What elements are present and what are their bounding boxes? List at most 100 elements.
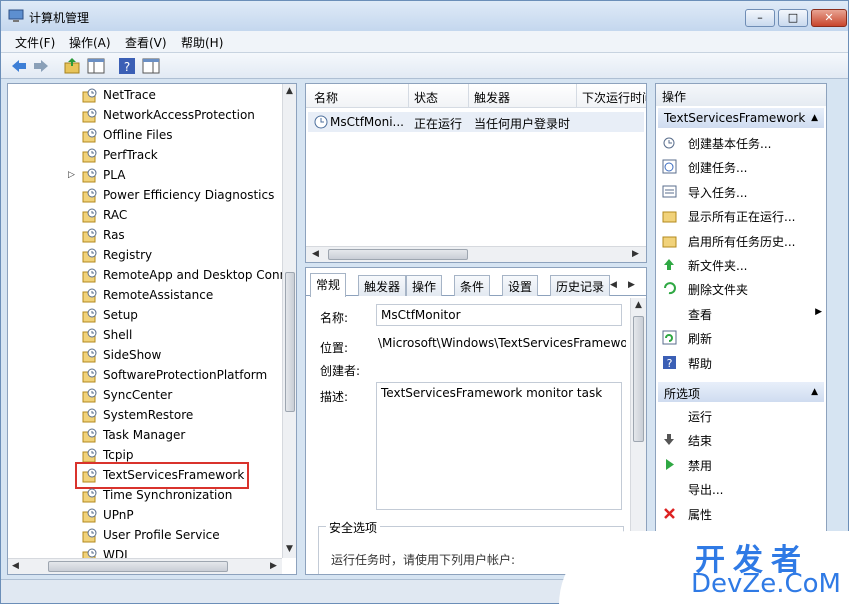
back-arrow-icon[interactable] <box>10 57 28 75</box>
properties-icon[interactable] <box>142 57 160 75</box>
tree-item[interactable]: SoftwareProtectionPlatform <box>82 366 287 386</box>
action-label: 显示所有正在运行... <box>688 210 796 225</box>
collapse-arrow-icon[interactable]: ▲ <box>811 113 818 123</box>
tree-item[interactable]: NetworkAccessProtection <box>82 106 287 126</box>
detail-scroll-thumb[interactable] <box>633 316 644 442</box>
column-name[interactable]: 名称 <box>314 89 338 106</box>
action-item[interactable]: 删除文件夹 <box>662 279 822 299</box>
menu-view[interactable]: 查看(V) <box>125 34 167 51</box>
collapse-arrow-icon[interactable]: ▲ <box>811 387 818 397</box>
up-folder-icon[interactable] <box>63 57 81 75</box>
task-folder-icon <box>82 348 97 363</box>
create-basic-task-icon <box>663 137 675 149</box>
action-item[interactable]: 新文件夹... <box>662 255 822 275</box>
tree-item[interactable]: Offline Files <box>82 126 287 146</box>
action-item[interactable]: 禁用 <box>662 455 822 475</box>
action-item[interactable]: 创建任务... <box>662 157 822 177</box>
tree-item[interactable]: RemoteApp and Desktop Conn <box>82 266 287 286</box>
tab-conditions[interactable]: 条件 <box>454 275 491 296</box>
action-item[interactable]: 创建基本任务... <box>662 133 822 153</box>
tab-triggers[interactable]: 触发器 <box>358 275 407 296</box>
task-folder-icon <box>82 508 97 523</box>
task-row[interactable]: MsCtfMoni... 正在运行 当任何用户登录时 <box>308 112 644 132</box>
show-hide-tree-icon[interactable] <box>87 57 105 75</box>
description-field[interactable]: TextServicesFramework monitor task <box>376 382 622 510</box>
tree-item[interactable]: Setup <box>82 306 287 326</box>
task-folder-icon <box>82 488 97 503</box>
action-item[interactable]: 结束 <box>662 430 822 450</box>
tree-hscroll-thumb[interactable] <box>48 561 228 572</box>
end-icon <box>664 434 674 446</box>
actions-pane: 操作 TextServicesFramework ▲ 创建基本任务... 创建任务… <box>655 83 827 575</box>
column-trigger[interactable]: 触发器 <box>474 89 510 106</box>
tree-item[interactable]: Power Efficiency Diagnostics <box>82 186 287 206</box>
tree-item[interactable]: NetTrace <box>82 86 287 106</box>
tree-item-label: SystemRestore <box>103 408 194 422</box>
minimize-button[interactable]: – <box>745 9 775 27</box>
action-item[interactable]: 导出... <box>662 479 822 499</box>
tab-scroll-right[interactable]: ▶ <box>628 280 635 290</box>
tree-vertical-scrollbar[interactable]: ▲ ▼ <box>282 84 296 558</box>
tree-item[interactable]: Task Manager <box>82 426 287 446</box>
task-folder-icon <box>82 148 97 163</box>
tab-settings[interactable]: 设置 <box>502 275 539 296</box>
tree-item[interactable]: PLA <box>82 166 287 186</box>
tree-item-label: Tcpip <box>103 448 134 462</box>
column-status[interactable]: 状态 <box>414 89 438 106</box>
close-button[interactable]: ✕ <box>811 9 847 27</box>
menu-file[interactable]: 文件(F) <box>15 34 55 51</box>
help-icon[interactable]: ? <box>118 57 136 75</box>
tree-item[interactable]: Ras <box>82 226 287 246</box>
tree-item[interactable]: User Profile Service <box>82 526 287 546</box>
computer-management-window: 计算机管理 – □ ✕ 文件(F) 操作(A) 查看(V) 帮助(H) ? Ne… <box>0 0 849 604</box>
maximize-button[interactable]: □ <box>778 9 808 27</box>
task-folder-icon <box>82 388 97 403</box>
forward-arrow-icon[interactable] <box>32 57 50 75</box>
tab-history[interactable]: 历史记录 <box>550 275 611 296</box>
tree-item-label: Registry <box>103 248 153 262</box>
tree-item-label: Power Efficiency Diagnostics <box>103 188 275 202</box>
column-next-run[interactable]: 下次运行时间 <box>582 89 646 106</box>
tree-item[interactable]: SystemRestore <box>82 406 287 426</box>
action-item[interactable]: ? 帮助 <box>662 353 822 373</box>
tree-item[interactable]: PerfTrack <box>82 146 287 166</box>
tree-horizontal-scrollbar[interactable]: ◀ ▶ <box>8 558 282 574</box>
tree-item[interactable]: SyncCenter <box>82 386 287 406</box>
tree-item[interactable]: Shell <box>82 326 287 346</box>
watermark-line2: DevZe.CoM <box>691 569 841 599</box>
tree-item[interactable]: SideShow <box>82 346 287 366</box>
actions-section-folder[interactable]: TextServicesFramework ▲ <box>658 108 824 128</box>
action-item[interactable]: 启用所有任务历史... <box>662 231 822 251</box>
list-hscroll-thumb[interactable] <box>328 249 468 260</box>
tree-item[interactable]: Time Synchronization <box>82 486 287 506</box>
list-horizontal-scrollbar[interactable]: ◀ ▶ <box>306 246 646 262</box>
action-item[interactable]: 导入任务... <box>662 182 822 202</box>
action-item[interactable]: 查看 ▶ <box>662 304 822 324</box>
tree-scroll-thumb[interactable] <box>285 272 295 412</box>
task-folder-icon <box>82 128 97 143</box>
tree-item[interactable]: RAC <box>82 206 287 226</box>
tab-general[interactable]: 常规 <box>310 273 347 297</box>
tab-scroll-left[interactable]: ◀ <box>610 280 617 290</box>
tree-item[interactable]: Registry <box>82 246 287 266</box>
tree-item[interactable]: UPnP <box>82 506 287 526</box>
tree-item[interactable]: RemoteAssistance <box>82 286 287 306</box>
folder-icon <box>662 236 677 248</box>
action-item[interactable]: 运行 <box>662 406 822 426</box>
action-label: 结束 <box>688 434 713 449</box>
disable-icon <box>666 458 674 470</box>
svg-text:?: ? <box>124 60 130 74</box>
action-item[interactable]: 属性 <box>662 504 822 524</box>
tab-actions[interactable]: 操作 <box>406 275 443 296</box>
action-item[interactable]: 显示所有正在运行... <box>662 206 822 226</box>
expand-arrow-icon[interactable]: ▷ <box>68 170 75 180</box>
menu-action[interactable]: 操作(A) <box>69 34 111 51</box>
tree-item-label: NetworkAccessProtection <box>103 108 255 122</box>
action-item[interactable]: 刷新 <box>662 328 822 348</box>
task-name: MsCtfMoni... <box>330 115 404 129</box>
menu-help[interactable]: 帮助(H) <box>181 34 223 51</box>
actions-section-selected[interactable]: 所选项 ▲ <box>658 382 824 402</box>
title-bar: 计算机管理 – □ ✕ <box>1 1 848 31</box>
name-field[interactable]: MsCtfMonitor <box>376 304 622 326</box>
properties-x-icon <box>664 507 675 519</box>
